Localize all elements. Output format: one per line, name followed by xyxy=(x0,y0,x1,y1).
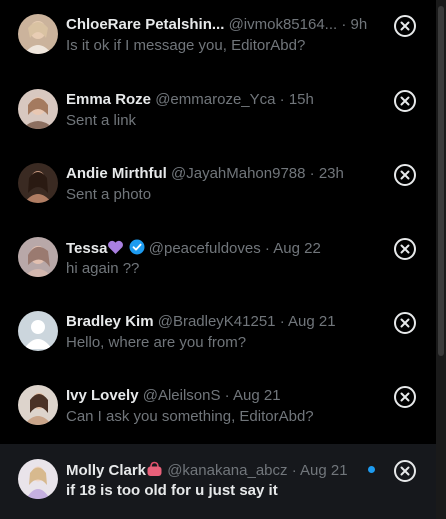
message-preview: Sent a link xyxy=(66,112,137,129)
conversation-row-andie[interactable]: Andie Mirthful @JayahMahon9788 · 23h Sen… xyxy=(0,148,436,222)
message-preview: Sent a photo xyxy=(66,186,152,203)
separator-dot: · xyxy=(264,240,270,257)
close-icon[interactable] xyxy=(394,312,416,334)
separator-dot: · xyxy=(279,91,285,108)
timestamp: 9h xyxy=(350,16,368,33)
avatar xyxy=(18,459,58,499)
conversation-row-molly[interactable]: Molly Clark @kanakana_abcz · Aug 21 if 1… xyxy=(0,444,436,519)
close-icon[interactable] xyxy=(394,386,416,408)
conversation-row-bradley[interactable]: Bradley Kim @BradleyK41251 · Aug 21 Hell… xyxy=(0,296,436,370)
sender-name: Tessa xyxy=(66,240,108,257)
close-icon[interactable] xyxy=(394,15,416,37)
scrollbar-thumb[interactable] xyxy=(438,6,444,356)
sender-name: Emma Roze xyxy=(66,91,152,108)
sender-name: Molly Clark xyxy=(66,462,147,479)
unread-indicator xyxy=(368,466,375,473)
conversation-row-emma[interactable]: Emma Roze @emmaroze_Yca · 15h Sent a lin… xyxy=(0,74,436,148)
sender-handle: @BradleyK41251 xyxy=(157,313,276,330)
message-preview: hi again ?? xyxy=(66,260,140,277)
close-icon[interactable] xyxy=(394,164,416,186)
conversation-row-chloe[interactable]: ChloeRare Petalshin... @ivmok85164... · … xyxy=(0,0,436,74)
close-icon[interactable] xyxy=(394,238,416,260)
sender-handle: @JayahMahon9788 xyxy=(171,165,306,182)
timestamp: 23h xyxy=(318,165,344,182)
separator-dot: · xyxy=(291,462,297,479)
message-preview: Hello, where are you from? xyxy=(66,334,247,351)
conversation-row-ivy[interactable]: Ivy Lovely @AleilsonS · Aug 21 Can I ask… xyxy=(0,370,436,444)
sender-name: ChloeRare Petalshin... xyxy=(66,16,225,33)
sender-handle: @emmaroze_Yca xyxy=(155,91,276,108)
default-avatar-icon xyxy=(18,311,58,351)
avatar xyxy=(18,14,58,54)
avatar xyxy=(18,163,58,203)
avatar xyxy=(18,385,58,425)
sender-name: Andie Mirthful xyxy=(66,165,167,182)
conversation-row-tessa[interactable]: Tessa @peacefuldoves · Aug 22 hi again ?… xyxy=(0,222,436,296)
message-preview: Is it ok if I message you, EditorAbd? xyxy=(66,37,306,54)
timestamp: 15h xyxy=(288,91,314,108)
scrollbar[interactable] xyxy=(436,0,446,519)
separator-dot: · xyxy=(279,313,285,330)
purple-heart-icon xyxy=(107,240,124,260)
timestamp: Aug 22 xyxy=(273,240,321,257)
pink-handbag-icon xyxy=(146,461,163,482)
sender-handle: @AleilsonS xyxy=(142,387,221,404)
message-preview: if 18 is too old for u just say it xyxy=(66,482,278,499)
separator-dot: · xyxy=(224,387,230,404)
close-icon[interactable] xyxy=(394,90,416,112)
message-preview: Can I ask you something, EditorAbd? xyxy=(66,408,314,425)
timestamp: Aug 21 xyxy=(300,462,348,479)
messages-list: ChloeRare Petalshin... @ivmok85164... · … xyxy=(0,0,436,519)
sender-handle: @ivmok85164... xyxy=(228,16,338,33)
avatar xyxy=(18,237,58,277)
sender-handle: @kanakana_abcz xyxy=(167,462,288,479)
avatar xyxy=(18,89,58,129)
close-icon[interactable] xyxy=(394,460,416,482)
separator-dot: · xyxy=(341,16,347,33)
separator-dot: · xyxy=(309,165,315,182)
timestamp: Aug 21 xyxy=(288,313,336,330)
sender-name: Ivy Lovely xyxy=(66,387,139,404)
timestamp: Aug 21 xyxy=(233,387,281,404)
sender-handle: @peacefuldoves xyxy=(148,240,261,257)
sender-name: Bradley Kim xyxy=(66,313,154,330)
verified-badge-icon xyxy=(129,239,145,260)
